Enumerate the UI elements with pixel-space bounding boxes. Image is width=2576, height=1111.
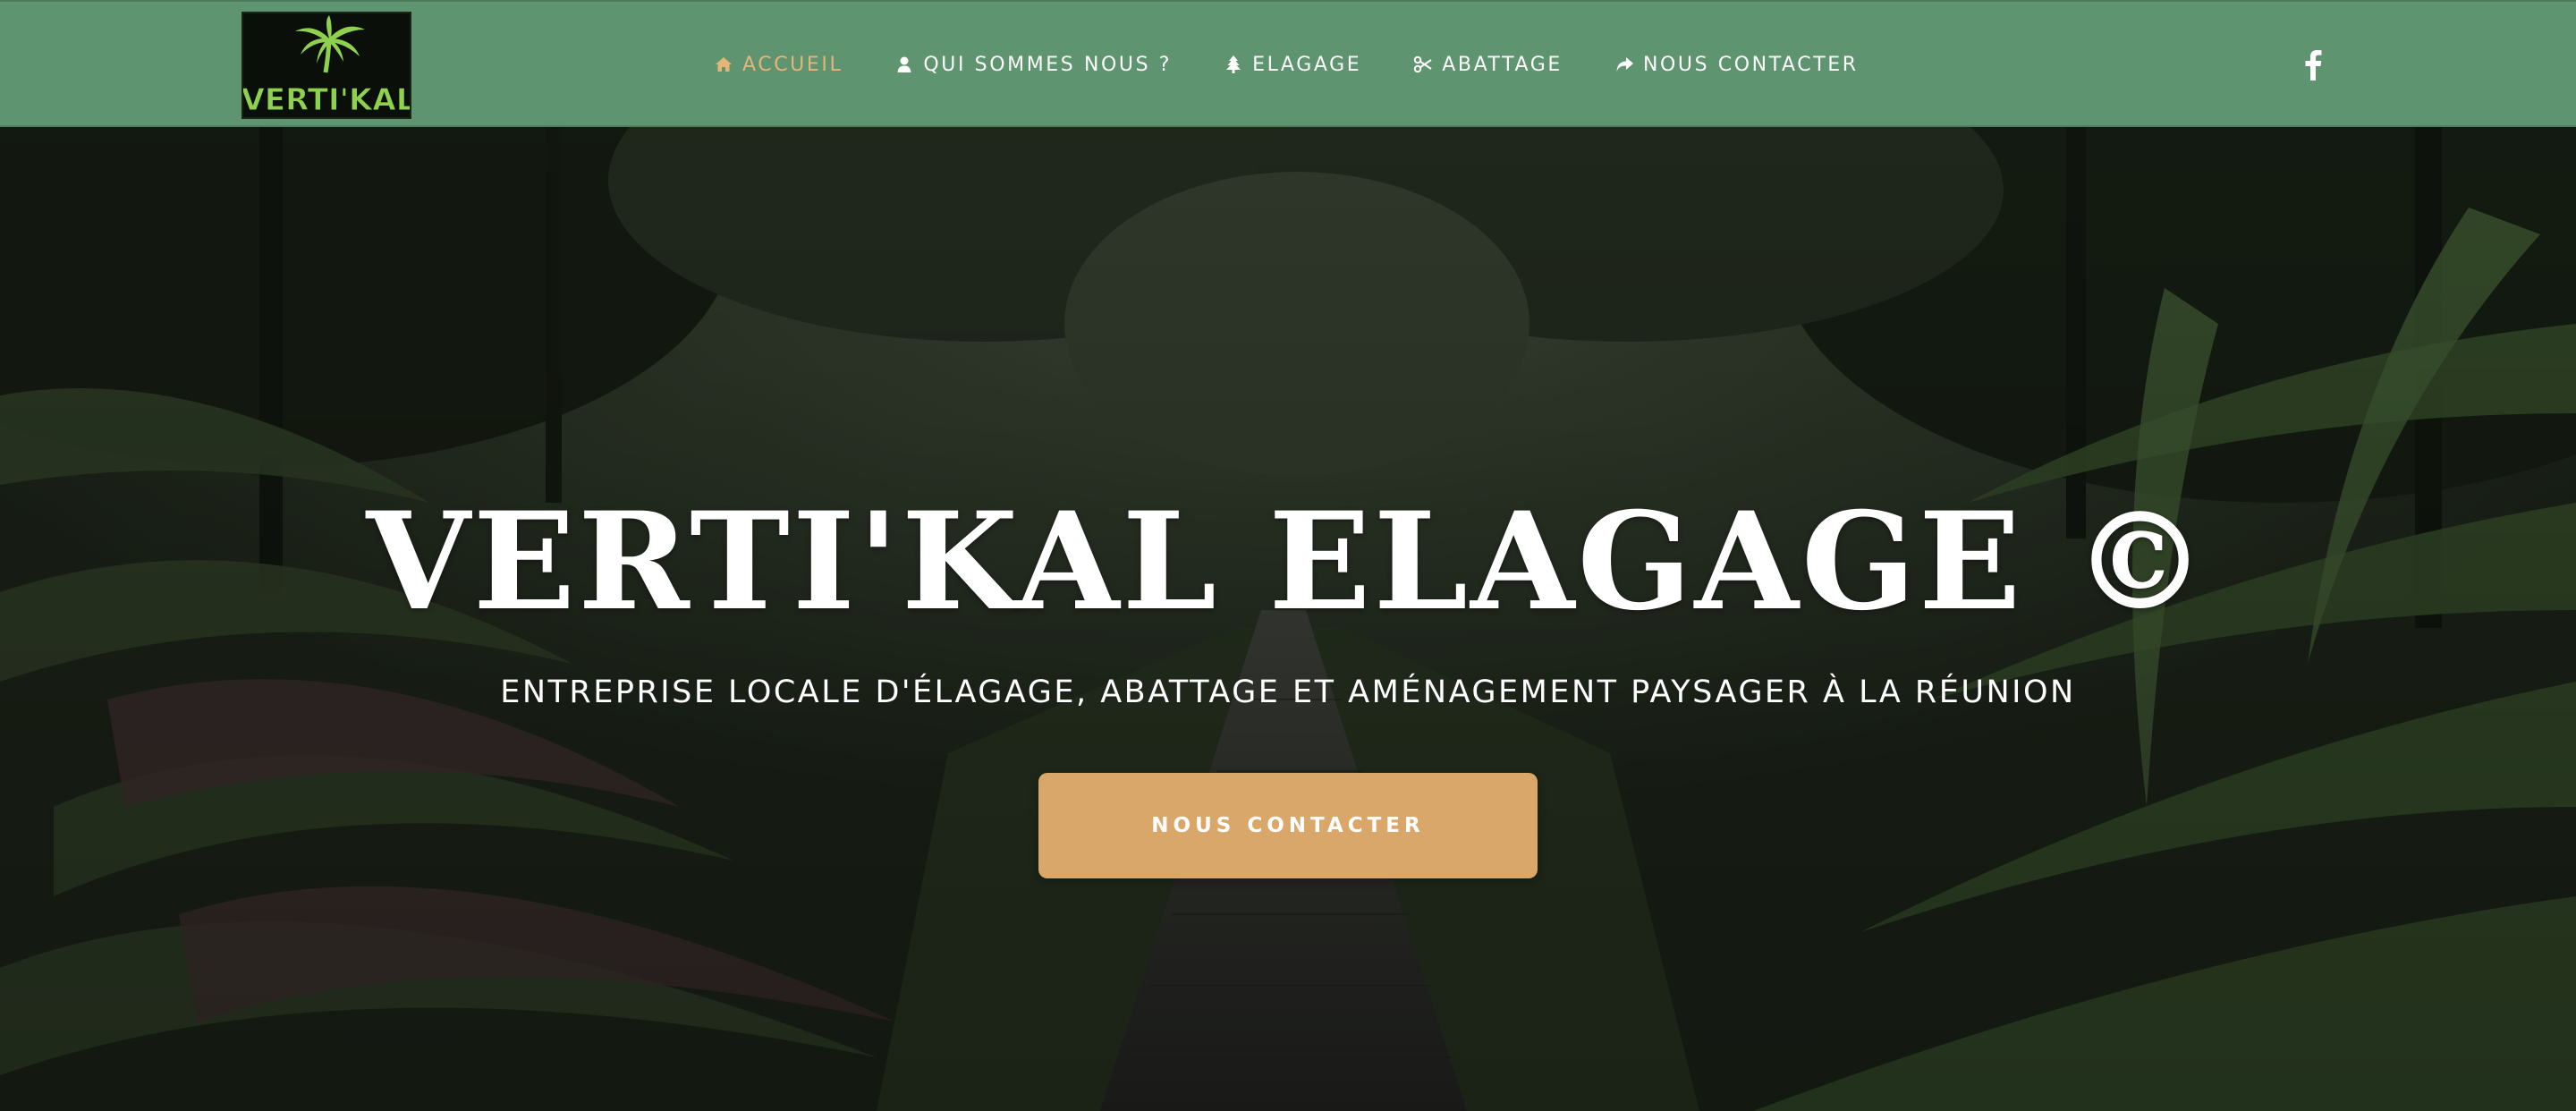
user-icon [894,55,914,74]
nav-item-label: NOUS CONTACTER [1642,53,1859,76]
nav-item-qui-sommes-nous[interactable]: QUI SOMMES NOUS ? [894,54,1172,76]
nav-item-nous-contacter[interactable]: NOUS CONTACTER [1614,54,1859,76]
nav-item-elagage[interactable]: ELAGAGE [1224,54,1361,76]
nav-item-accueil[interactable]: ACCUEIL [714,54,843,76]
nav-item-label: ABATTAGE [1442,53,1563,76]
hero-title: VERTI'KAL ELAGAGE © [366,482,2210,640]
nav-item-label: ACCUEIL [742,53,843,76]
nav-item-abattage[interactable]: ABATTAGE [1413,54,1563,76]
main-nav: ACCUEIL QUI SOMMES NOUS ? ELAGAGE ABATTA… [714,47,1859,82]
home-icon [714,55,733,74]
facebook-icon [2305,50,2322,81]
palm-tree-logo-icon: VERTI'KAL [243,15,411,118]
facebook-link[interactable] [2302,48,2324,81]
hero-section: VERTI'KAL ELAGAGE © ENTREPRISE LOCALE D'… [0,127,2576,1111]
logo-text: VERTI'KAL [243,82,411,118]
share-arrow-icon [1614,55,1634,74]
page: VERTI'KAL ACCUEIL QUI SOMMES NOUS ? ELAG… [0,0,2576,1111]
contact-cta-button[interactable]: NOUS CONTACTER [1038,773,1538,878]
tree-icon [1224,55,1243,74]
hero-subtitle: ENTREPRISE LOCALE D'ÉLAGAGE, ABATTAGE ET… [500,674,2076,710]
site-header: VERTI'KAL ACCUEIL QUI SOMMES NOUS ? ELAG… [0,0,2576,127]
nav-item-label: QUI SOMMES NOUS ? [923,53,1173,76]
nav-item-label: ELAGAGE [1252,53,1362,76]
scissors-icon [1413,55,1433,74]
site-logo[interactable]: VERTI'KAL [242,12,411,119]
